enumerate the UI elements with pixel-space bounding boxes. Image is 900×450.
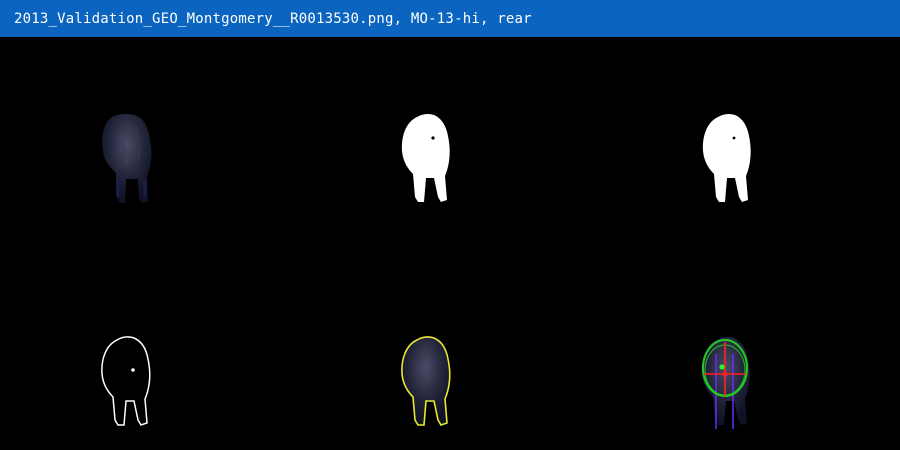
ellipse-fit-panel [600,244,900,450]
original-image-panel [0,37,300,243]
cow-rear-photo-icon [102,113,152,203]
window-title: 2013_Validation_GEO_Montgomery__R0013530… [14,10,532,27]
contour-overlay-panel [300,244,600,450]
image-viewer-window: 2013_Validation_GEO_Montgomery__R0013530… [0,0,900,450]
cow-rear-ellipse-fit-icon [701,336,750,429]
cow-rear-mask-icon [401,113,450,202]
cleaned-mask-panel [600,37,900,243]
image-canvas [0,37,900,450]
contour-outline-panel [0,244,300,450]
title-bar[interactable]: 2013_Validation_GEO_Montgomery__R0013530… [0,0,900,37]
cow-rear-contour-overlay-icon [401,336,451,426]
cow-rear-mask-filled-icon [702,113,751,202]
cow-rear-contour-icon [101,336,151,426]
binary-mask-panel [300,37,600,243]
